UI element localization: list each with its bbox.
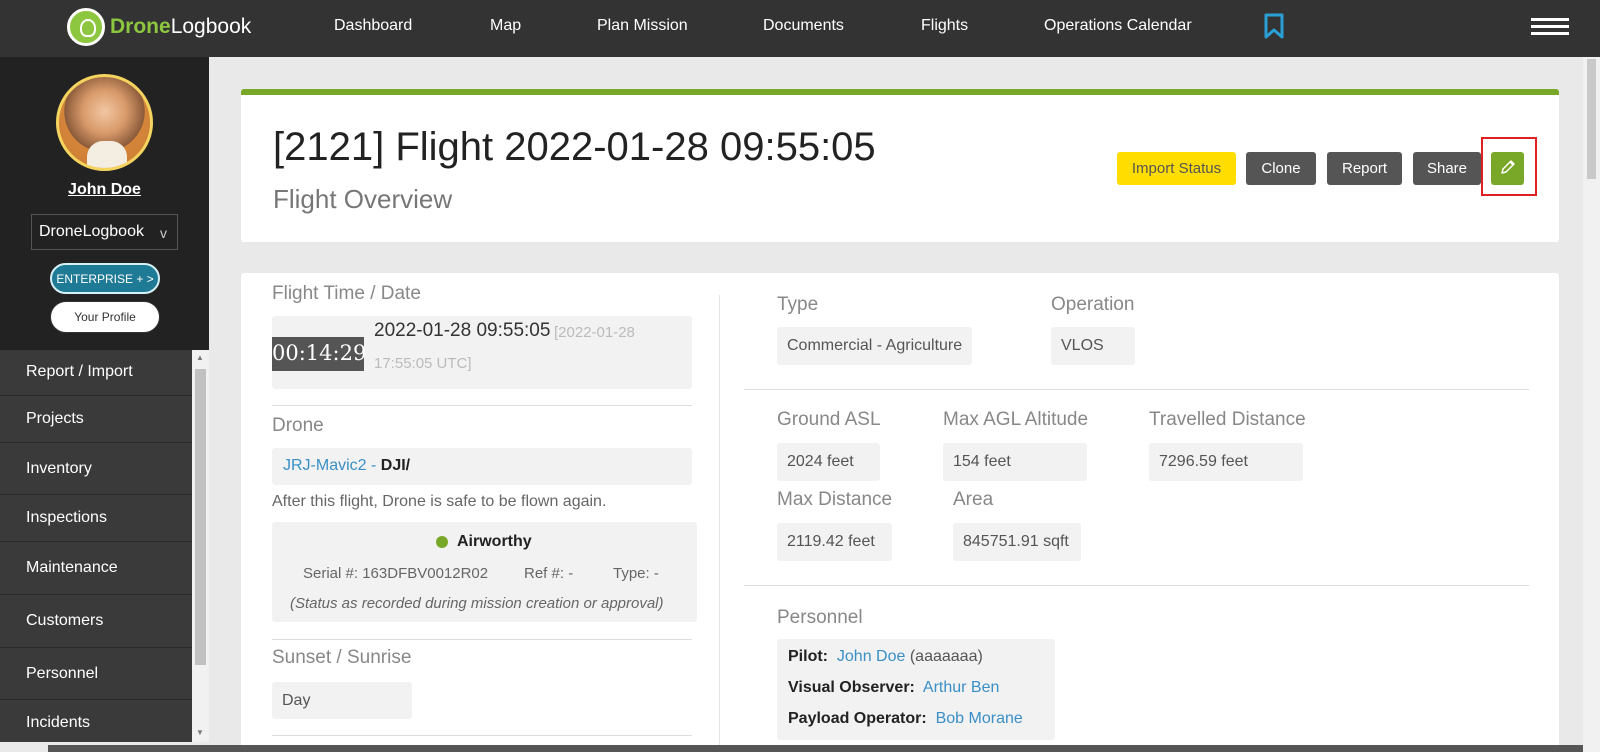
type-value: Commercial - Agriculture	[777, 327, 973, 365]
drone-link[interactable]: JRJ-Mavic2	[283, 457, 367, 474]
divider	[744, 389, 1529, 390]
bookmark-icon[interactable]	[1264, 13, 1284, 39]
chevron-down-icon: v	[160, 225, 167, 241]
share-button[interactable]: Share	[1413, 152, 1481, 185]
page-scrollbar[interactable]	[1583, 57, 1600, 752]
sidebar-item-projects[interactable]: Projects	[0, 396, 192, 443]
max-distance-label: Max Distance	[777, 489, 893, 510]
personnel-label: Personnel	[777, 607, 863, 628]
top-navbar: DroneLogbook Dashboard Map Plan Mission …	[0, 0, 1600, 57]
observer-link[interactable]: Arthur Ben	[923, 679, 999, 696]
type-label: Type	[777, 294, 819, 315]
divider	[272, 405, 692, 406]
scroll-down-icon[interactable]: ▼	[196, 728, 204, 737]
serial-number: Serial #: 163DFBV0012R02	[303, 565, 489, 582]
area-value: 845751.91 sqft	[953, 523, 1081, 561]
status-note: (Status as recorded during mission creat…	[290, 595, 664, 612]
sidebar-user-panel: John Doe DroneLogbook v ENTERPRISE + > Y…	[0, 57, 209, 350]
travelled-distance-label: Travelled Distance	[1149, 409, 1306, 430]
sidebar-item-inspections[interactable]: Inspections	[0, 495, 192, 542]
ground-asl-label: Ground ASL	[777, 409, 881, 430]
nav-plan-mission[interactable]: Plan Mission	[597, 17, 688, 35]
pilot-link[interactable]: John Doe	[837, 648, 906, 665]
divider	[744, 585, 1529, 586]
ref-number: Ref #: -	[524, 565, 574, 582]
status-badge: Airworthy	[436, 533, 532, 551]
sidebar-item-customers[interactable]: Customers	[0, 595, 192, 648]
sunset-sunrise-label: Sunset / Sunrise	[272, 647, 412, 668]
drone-field: JRJ-Mavic2 - DJI/	[272, 448, 692, 485]
status-dot-icon	[436, 535, 448, 548]
user-name-link[interactable]: John Doe	[0, 181, 209, 199]
sidebar-item-maintenance[interactable]: Maintenance	[0, 542, 192, 595]
flight-header-card: [2121] Flight 2022-01-28 09:55:05 Flight…	[241, 89, 1559, 242]
ground-asl-value: 2024 feet	[777, 443, 880, 481]
sunset-sunrise-value: Day	[272, 682, 412, 719]
scrollbar-thumb[interactable]	[195, 369, 206, 665]
nav-operations-calendar[interactable]: Operations Calendar	[1044, 17, 1192, 35]
report-button[interactable]: Report	[1327, 152, 1402, 185]
flight-details-card: Flight Time / Date 00:14:29 2022-01-28 0…	[241, 273, 1559, 752]
org-select-value: DroneLogbook	[39, 223, 144, 240]
divider	[272, 639, 692, 640]
drone-model: DJI/	[380, 457, 411, 474]
org-select[interactable]: DroneLogbook v	[31, 214, 178, 250]
sidebar-scrollbar[interactable]: ▲ ▼	[192, 350, 209, 742]
sidebar-item-inventory[interactable]: Inventory	[0, 443, 192, 495]
drone-label: Drone	[272, 415, 324, 436]
logo-text: DroneLogbook	[110, 15, 252, 38]
travelled-distance-value: 7296.59 feet	[1149, 443, 1303, 481]
flight-time-label: Flight Time / Date	[272, 283, 421, 304]
hamburger-icon[interactable]	[1531, 18, 1569, 36]
app-logo[interactable]: DroneLogbook	[67, 7, 251, 47]
your-profile-button[interactable]: Your Profile	[50, 301, 160, 333]
bottom-edge	[48, 745, 1583, 752]
flight-utc-datetime-a: [2022-01-28	[554, 324, 635, 341]
area-label: Area	[953, 489, 994, 510]
nav-map[interactable]: Map	[490, 17, 521, 35]
payload-operator-row: Payload Operator: Bob Morane	[788, 710, 1023, 727]
scroll-up-icon[interactable]: ▲	[196, 353, 204, 362]
sidebar-item-report-import[interactable]: Report / Import	[0, 350, 192, 396]
flight-duration: 00:14:29	[272, 337, 366, 371]
max-agl-label: Max AGL Altitude	[943, 409, 1089, 430]
observer-row: Visual Observer: Arthur Ben	[788, 679, 1000, 696]
airworthy-status-box: Airworthy Serial #: 163DFBV0012R02 Ref #…	[272, 522, 697, 622]
flight-local-datetime: 2022-01-28 09:55:05	[374, 320, 551, 341]
nav-dashboard[interactable]: Dashboard	[334, 17, 412, 35]
divider	[272, 735, 692, 736]
operation-value: VLOS	[1051, 327, 1135, 365]
sidebar-menu: Report / Import Projects Inventory Inspe…	[0, 350, 192, 742]
edit-button[interactable]	[1491, 152, 1524, 185]
page-scrollbar-thumb[interactable]	[1587, 59, 1596, 179]
flight-utc-datetime-b: 17:55:05 UTC]	[374, 355, 472, 372]
column-divider	[719, 295, 720, 752]
operation-label: Operation	[1051, 294, 1135, 315]
pilot-row: Pilot: John Doe (aaaaaaa)	[788, 648, 983, 665]
drone-logo-icon	[67, 8, 105, 46]
pencil-icon	[1500, 160, 1515, 174]
import-status-button[interactable]: Import Status	[1117, 152, 1236, 185]
sidebar-item-incidents[interactable]: Incidents	[0, 700, 192, 742]
sidebar-item-personnel[interactable]: Personnel	[0, 648, 192, 700]
enterprise-button[interactable]: ENTERPRISE + >	[50, 263, 160, 294]
personnel-box: Pilot: John Doe (aaaaaaa) Visual Observe…	[777, 639, 1055, 740]
drone-type: Type: -	[613, 565, 659, 582]
page-subtitle: Flight Overview	[273, 184, 453, 214]
nav-flights[interactable]: Flights	[921, 17, 968, 35]
nav-documents[interactable]: Documents	[763, 17, 844, 35]
payload-operator-link[interactable]: Bob Morane	[936, 710, 1023, 727]
avatar[interactable]	[56, 74, 153, 171]
max-distance-value: 2119.42 feet	[777, 523, 892, 561]
max-agl-value: 154 feet	[943, 443, 1087, 481]
page-title: [2121] Flight 2022-01-28 09:55:05	[273, 125, 876, 169]
clone-button[interactable]: Clone	[1246, 152, 1316, 185]
drone-safety-note: After this flight, Drone is safe to be f…	[272, 493, 607, 510]
